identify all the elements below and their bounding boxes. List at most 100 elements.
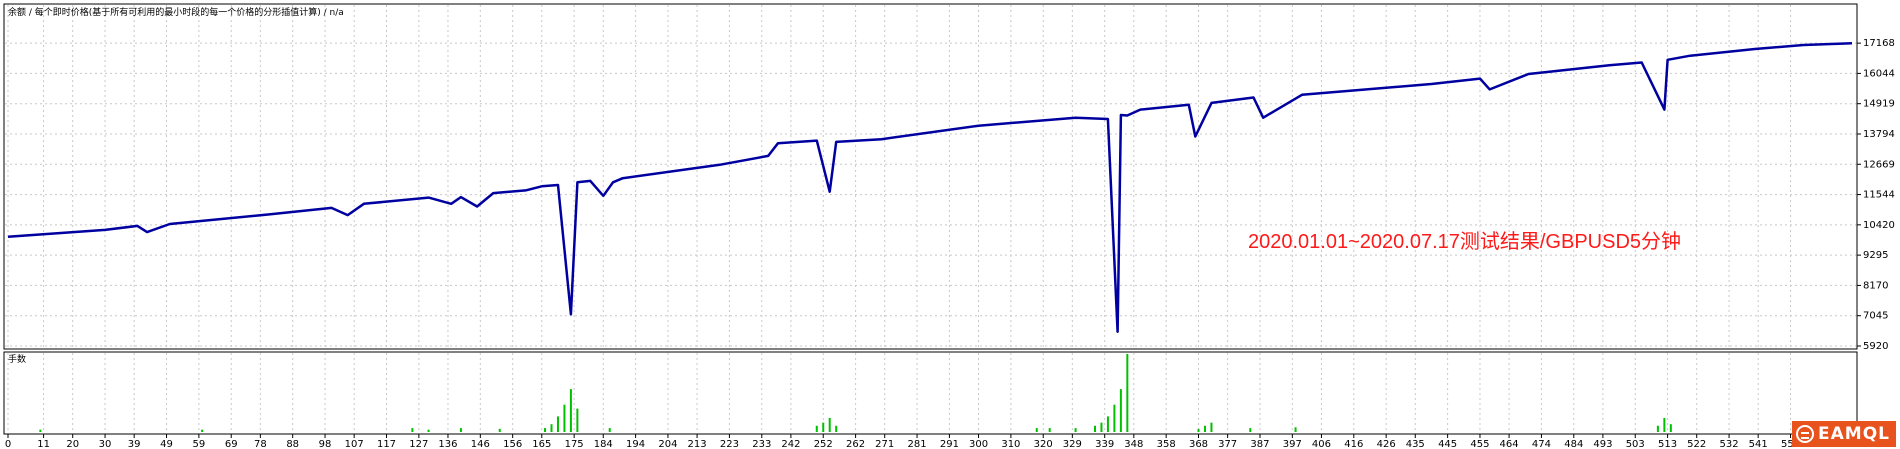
x-tick-label: 445 <box>1438 439 1457 449</box>
y-tick-label: 17168 <box>1863 38 1895 49</box>
y-tick-label: 5920 <box>1863 341 1888 352</box>
eamql-logo: EAMQL <box>1792 421 1896 447</box>
volume-bar <box>1210 422 1213 432</box>
y-tick-label: 10420 <box>1863 220 1895 231</box>
x-tick-label: 271 <box>875 439 894 449</box>
volume-bar <box>39 429 42 432</box>
balance-header-label: 余额 / 每个即时价格(基于所有可利用的最小时段的每一个价格的分形插值计算) /… <box>8 6 344 18</box>
x-tick-label: 20 <box>66 439 79 449</box>
y-axis-ticks: 17168 16044 14919 13794 12669 11544 10420 9295 8… <box>1857 38 1895 352</box>
x-tick-label: 387 <box>1250 439 1269 449</box>
y-tick-label: 11544 <box>1863 190 1895 201</box>
volume-bar <box>1093 425 1096 432</box>
logo-icon <box>1796 425 1815 443</box>
volume-bar <box>569 389 572 432</box>
volume-bar <box>1203 425 1206 432</box>
x-tick-label: 348 <box>1124 439 1143 449</box>
x-tick-label: 233 <box>752 439 771 449</box>
volume-bar <box>1100 422 1103 432</box>
x-tick-label: 377 <box>1218 439 1237 449</box>
volume-header-label: 手数 <box>8 353 26 365</box>
x-tick-label: 98 <box>319 439 332 449</box>
main-panel <box>3 3 1858 350</box>
x-tick-label: 175 <box>565 439 584 449</box>
x-tick-label: 78 <box>254 439 267 449</box>
x-tick-label: 262 <box>846 439 865 449</box>
y-tick-label: 9295 <box>1863 250 1888 261</box>
x-tick-label: 146 <box>471 439 490 449</box>
x-tick-label: 107 <box>345 439 364 449</box>
x-tick-label: 455 <box>1470 439 1489 449</box>
volume-bar <box>822 422 825 432</box>
x-tick-label: 416 <box>1344 439 1363 449</box>
volume-bar <box>608 428 611 432</box>
y-tick-label: 13794 <box>1863 129 1895 140</box>
x-tick-label: 0 <box>5 439 11 449</box>
volume-bar <box>1074 428 1077 432</box>
x-tick-label: 281 <box>908 439 927 449</box>
volume-bar <box>1106 416 1109 432</box>
x-tick-label: 368 <box>1189 439 1208 449</box>
volume-bar <box>1048 428 1051 432</box>
volume-bar <box>1113 404 1116 432</box>
volume-bar <box>544 428 547 432</box>
x-tick-label: 435 <box>1406 439 1425 449</box>
volume-bar <box>815 425 818 432</box>
volume-bar <box>563 404 566 432</box>
volume-panel <box>3 351 1858 435</box>
x-tick-label: 339 <box>1095 439 1114 449</box>
x-tick-label: 11 <box>37 439 50 449</box>
y-tick-label: 12669 <box>1863 159 1895 170</box>
test-result-annotation: 2020.01.01~2020.07.17测试结果/GBPUSD5分钟 <box>1248 230 1681 253</box>
volume-bar <box>1197 428 1200 432</box>
x-tick-label: 136 <box>438 439 457 449</box>
x-tick-label: 204 <box>658 439 677 449</box>
volume-bar <box>201 429 204 432</box>
volume-bar <box>556 416 559 432</box>
x-tick-label: 117 <box>377 439 396 449</box>
volume-bar <box>411 428 414 432</box>
x-tick-label: 329 <box>1063 439 1082 449</box>
x-tick-label: 194 <box>626 439 645 449</box>
x-tick-label: 397 <box>1283 439 1302 449</box>
x-tick-label: 541 <box>1749 439 1768 449</box>
x-tick-label: 59 <box>193 439 206 449</box>
x-tick-label: 300 <box>969 439 988 449</box>
y-tick-label: 16044 <box>1863 68 1895 79</box>
x-tick-label: 406 <box>1312 439 1331 449</box>
volume-bar <box>1249 428 1252 432</box>
x-tick-label: 522 <box>1687 439 1706 449</box>
volume-bar <box>1669 424 1672 432</box>
volume-bar <box>498 428 501 432</box>
x-tick-label: 358 <box>1157 439 1176 449</box>
x-tick-label: 426 <box>1377 439 1396 449</box>
volume-bar <box>1126 354 1129 432</box>
x-tick-label: 49 <box>160 439 173 449</box>
volume-bar <box>828 417 831 432</box>
chart: 余额 / 每个即时价格(基于所有可利用的最小时段的每一个价格的分形插值计算) /… <box>3 3 1895 449</box>
y-tick-label: 7045 <box>1863 311 1888 322</box>
x-tick-label: 252 <box>814 439 833 449</box>
volume-bar <box>1119 389 1122 432</box>
volume-bar <box>576 408 579 432</box>
volume-bar <box>1035 428 1038 432</box>
x-tick-label: 493 <box>1593 439 1612 449</box>
x-tick-label: 30 <box>99 439 112 449</box>
x-tick-label: 532 <box>1720 439 1739 449</box>
x-tick-label: 165 <box>532 439 551 449</box>
x-tick-label: 484 <box>1564 439 1583 449</box>
volume-bar <box>550 424 553 432</box>
volume-bar <box>1294 427 1297 432</box>
volume-bar <box>459 428 462 432</box>
x-tick-label: 88 <box>286 439 299 449</box>
logo-text: EAMQL <box>1818 424 1890 444</box>
x-tick-label: 242 <box>781 439 800 449</box>
x-tick-label: 156 <box>503 439 522 449</box>
volume-bar <box>1656 425 1659 432</box>
x-tick-label: 503 <box>1626 439 1645 449</box>
y-tick-label: 14919 <box>1863 99 1895 110</box>
x-tick-label: 464 <box>1500 439 1519 449</box>
x-tick-label: 513 <box>1658 439 1677 449</box>
x-tick-label: 69 <box>225 439 238 449</box>
x-axis-ticks: 0 11 20 30 39 49 59 69 78 88 98 107 117 127 136 146 156 1… <box>5 434 1800 449</box>
